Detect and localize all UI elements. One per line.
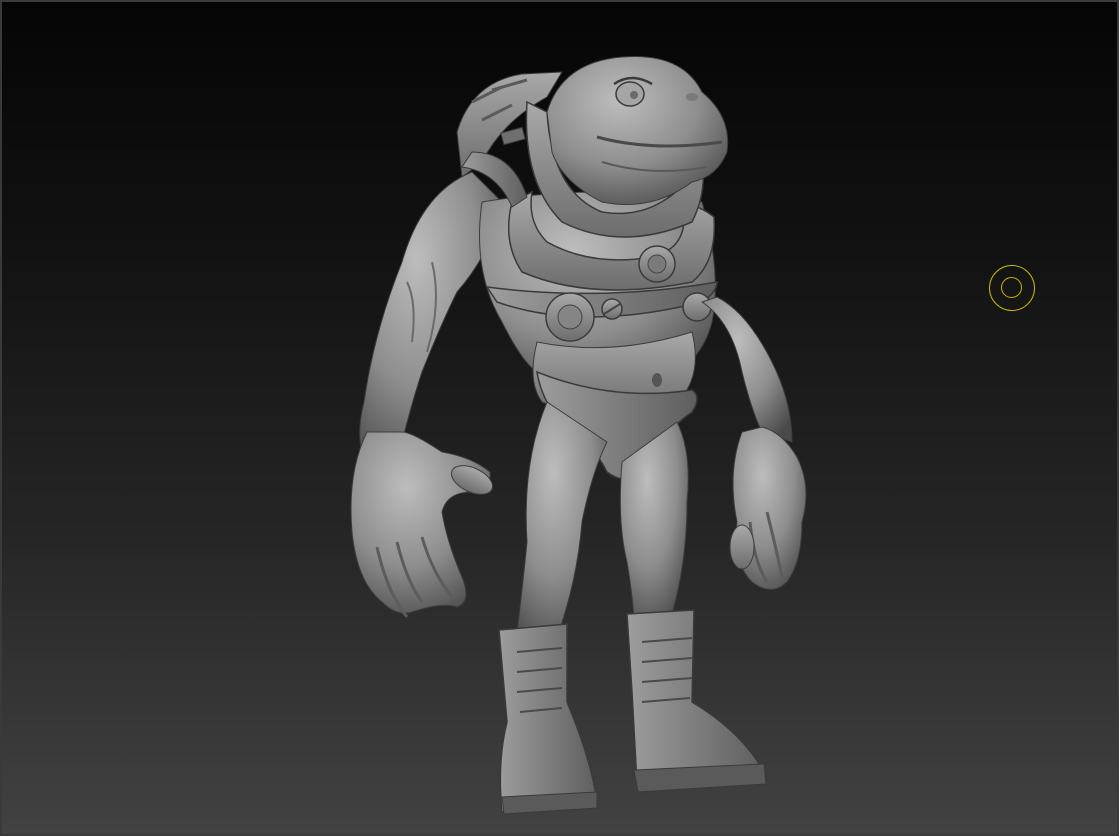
- brush-inner-ring: [1001, 277, 1022, 298]
- frog-astronaut-sculpt-icon[interactable]: [2, 2, 1119, 836]
- left-arm: [700, 296, 793, 443]
- right-hand: [350, 431, 491, 614]
- brush-ring-cursor-icon: [989, 265, 1035, 311]
- left-boot: [626, 609, 766, 785]
- right-boot: [498, 623, 598, 813]
- frog-eye: [615, 81, 645, 107]
- sculpt-viewport[interactable]: [0, 0, 1119, 836]
- right-leg: [516, 401, 608, 638]
- chest-button-side: [682, 292, 712, 322]
